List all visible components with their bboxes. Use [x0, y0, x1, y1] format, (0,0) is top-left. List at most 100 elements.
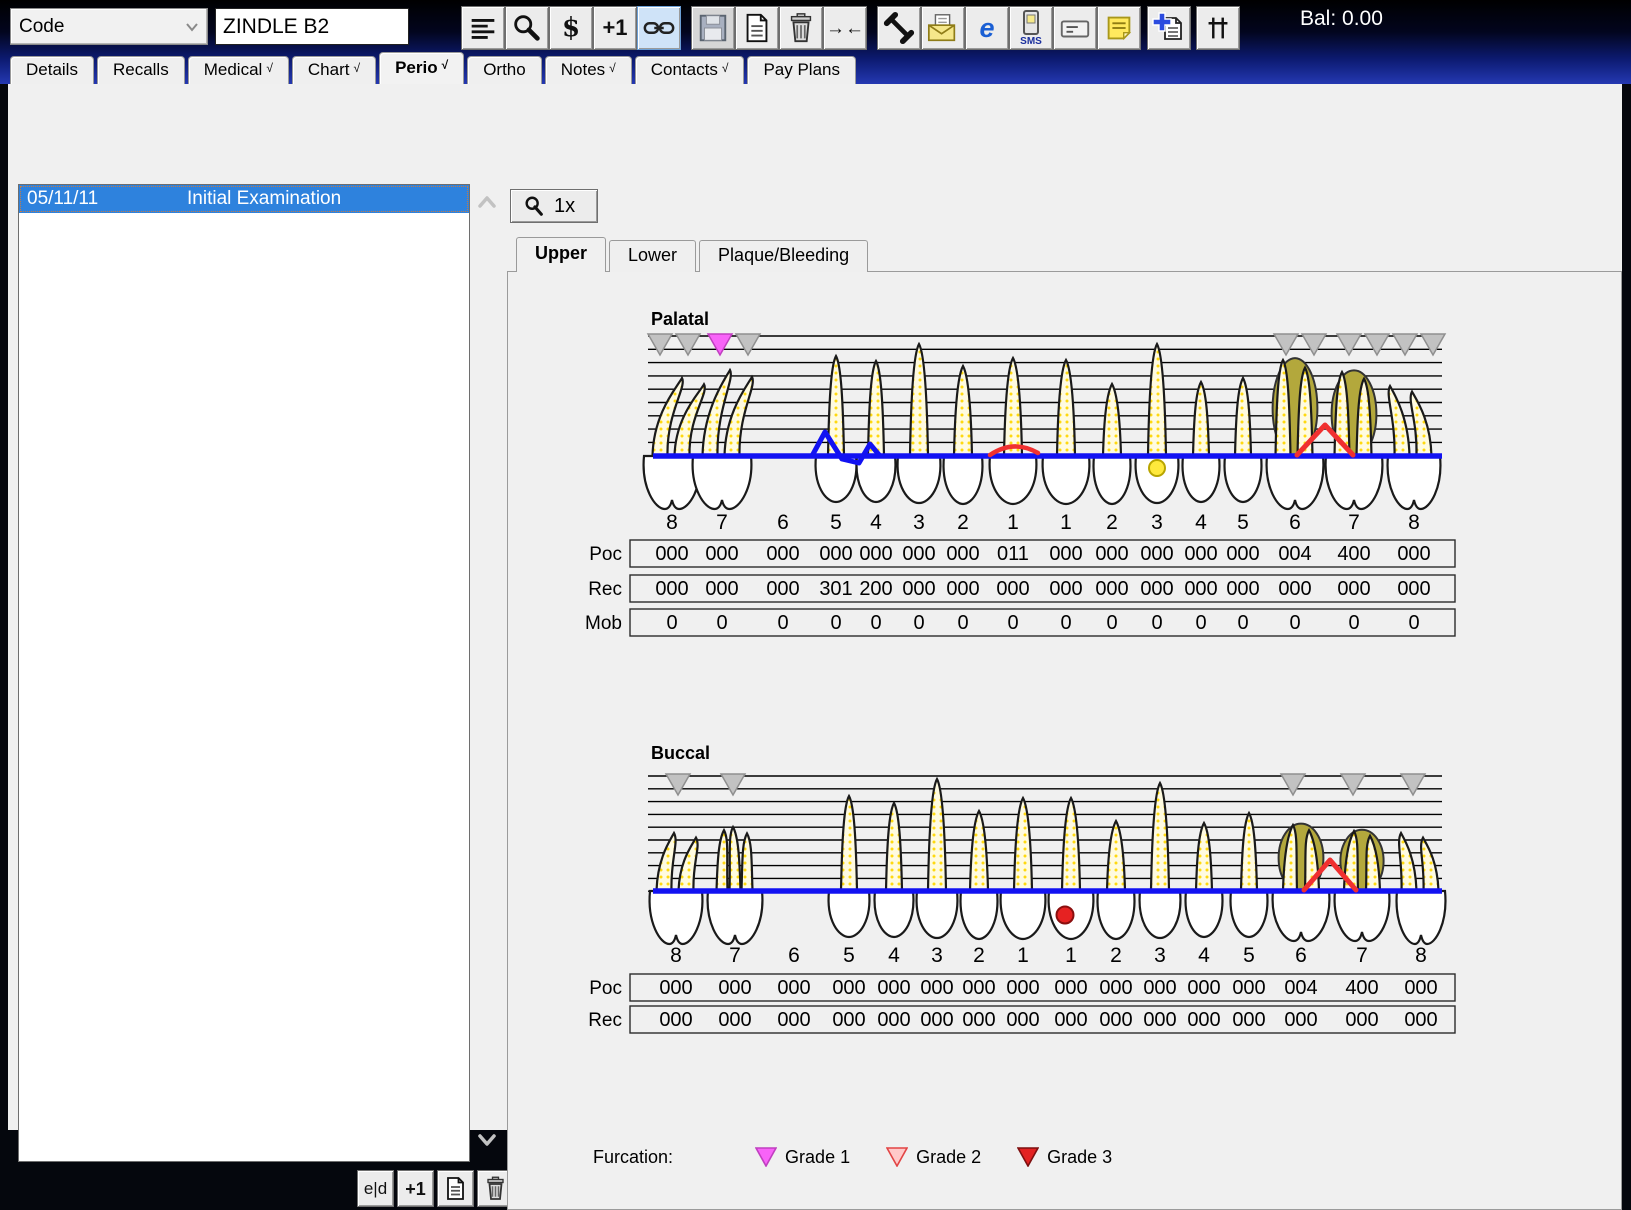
arrows-inward-icon: →← — [826, 19, 864, 38]
row-value: 000 — [1054, 977, 1087, 999]
client-area: 05/11/11Initial Examination e|d +1 1x — [8, 84, 1622, 1130]
tab-check-mark: √ — [442, 58, 449, 72]
row-value: 400 — [1345, 977, 1378, 999]
tooth-number: 7 — [1356, 944, 1368, 967]
phone-icon — [882, 11, 916, 45]
row-value: 000 — [962, 977, 995, 999]
furcation-marker — [1393, 334, 1417, 355]
chart-height-button[interactable] — [1196, 6, 1240, 50]
tab-ortho[interactable]: Ortho — [467, 56, 542, 84]
magnifier-icon — [523, 195, 545, 217]
print-button[interactable] — [735, 6, 779, 50]
row-value: 0 — [1237, 612, 1248, 634]
link-button[interactable] — [637, 6, 681, 50]
arch-view-tabs: Upper Lower Plaque/Bleeding — [516, 239, 868, 272]
tab-label: Chart — [308, 60, 350, 79]
row-value: 000 — [1337, 578, 1370, 600]
tooth-number: 8 — [666, 511, 678, 534]
grade1-triangle-icon — [755, 1147, 777, 1167]
code-dropdown[interactable]: Code — [10, 8, 208, 45]
tooth-number: 4 — [1198, 944, 1210, 967]
row-value: 000 — [946, 543, 979, 565]
row-value: 000 — [946, 578, 979, 600]
value-row-box — [630, 609, 1455, 636]
accounts-button[interactable]: $ — [549, 6, 593, 50]
row-value: 000 — [659, 1009, 692, 1031]
tab-contacts[interactable]: Contacts√ — [635, 56, 745, 84]
tooth-number: 5 — [830, 511, 842, 534]
tab-label: Pay Plans — [763, 60, 840, 79]
scroll-up-icon[interactable] — [476, 194, 498, 210]
tab-label: Upper — [535, 243, 587, 263]
dollar-icon: $ — [562, 15, 580, 41]
tab-lower[interactable]: Lower — [609, 240, 696, 272]
row-label: Poc — [589, 544, 622, 565]
tab-label: Plaque/Bleeding — [718, 245, 849, 265]
save-button[interactable] — [691, 6, 735, 50]
zoom-button[interactable]: 1x — [510, 189, 598, 223]
search-button[interactable] — [505, 6, 549, 50]
tooth-root — [657, 833, 676, 891]
tab-medical[interactable]: Medical√ — [188, 56, 289, 84]
add-one-button[interactable]: +1 — [593, 6, 637, 50]
row-value: 000 — [1054, 1009, 1087, 1031]
balance-label: Bal: 0.00 — [1300, 7, 1383, 31]
tab-details[interactable]: Details — [10, 56, 94, 84]
send-letter-button[interactable] — [921, 6, 965, 50]
tooth-root — [841, 796, 857, 891]
tooth-root — [1107, 821, 1125, 891]
row-value: 000 — [1397, 578, 1430, 600]
row-value: 0 — [830, 612, 841, 634]
exam-date: 05/11/11 — [19, 188, 187, 210]
row-value: 000 — [655, 578, 688, 600]
tab-pay-plans[interactable]: Pay Plans — [747, 56, 856, 84]
tooth-root — [1421, 838, 1438, 891]
print-exam-button[interactable] — [437, 1170, 474, 1207]
row-value: 000 — [718, 1009, 751, 1031]
edit-exam-button[interactable]: e|d — [357, 1170, 394, 1207]
grade1-label: Grade 1 — [785, 1147, 850, 1168]
tab-chart[interactable]: Chart√ — [292, 56, 376, 84]
email-icon: e — [979, 15, 994, 42]
row-value: 0 — [777, 612, 788, 634]
grade3-label: Grade 3 — [1047, 1147, 1112, 1168]
code-dropdown-label: Code — [19, 16, 64, 38]
tab-recalls[interactable]: Recalls — [97, 56, 185, 84]
buccal-chart[interactable]: 8765432112345678Poc000000000000000000000… — [568, 760, 1478, 1044]
tooth-root — [1057, 360, 1075, 456]
list-view-button[interactable] — [461, 6, 505, 50]
palatal-chart[interactable]: 8765432112345678Poc000000000000000000000… — [568, 324, 1478, 644]
furcation-marker — [708, 334, 732, 355]
exam-list-item[interactable]: 05/11/11Initial Examination — [19, 185, 469, 213]
add-document-button[interactable] — [1147, 6, 1191, 50]
tooth-number: 1 — [1007, 511, 1019, 534]
sms-button[interactable]: SMS — [1009, 6, 1053, 50]
tooth-root — [1411, 392, 1432, 456]
compact-button[interactable]: →← — [823, 6, 867, 50]
tooth-number: 7 — [716, 511, 728, 534]
row-value: 0 — [666, 612, 677, 634]
tooth-number: 2 — [1106, 511, 1118, 534]
tooth-number: 8 — [1415, 944, 1427, 967]
label-card-button[interactable] — [1053, 6, 1097, 50]
phone-button[interactable] — [877, 6, 921, 50]
exam-list[interactable]: 05/11/11Initial Examination — [18, 184, 470, 1162]
note-button[interactable] — [1097, 6, 1141, 50]
tooth-root — [954, 366, 972, 456]
email-button[interactable]: e — [965, 6, 1009, 50]
row-value: 000 — [705, 543, 738, 565]
add-exam-button[interactable]: +1 — [397, 1170, 434, 1207]
row-label: Rec — [588, 1010, 622, 1031]
row-value: 0 — [870, 612, 881, 634]
tab-check-mark: √ — [353, 61, 360, 75]
furcation-marker — [648, 334, 672, 355]
delete-button[interactable] — [779, 6, 823, 50]
tab-plaque-bleeding[interactable]: Plaque/Bleeding — [699, 240, 868, 272]
scroll-down-icon[interactable] — [476, 1132, 498, 1148]
patient-name-input[interactable] — [215, 8, 409, 45]
tab-perio[interactable]: Perio√ — [379, 52, 464, 84]
tab-upper[interactable]: Upper — [516, 237, 606, 272]
tab-notes[interactable]: Notes√ — [545, 56, 632, 84]
grade2-label: Grade 2 — [916, 1147, 981, 1168]
add-document-icon — [1151, 10, 1187, 46]
